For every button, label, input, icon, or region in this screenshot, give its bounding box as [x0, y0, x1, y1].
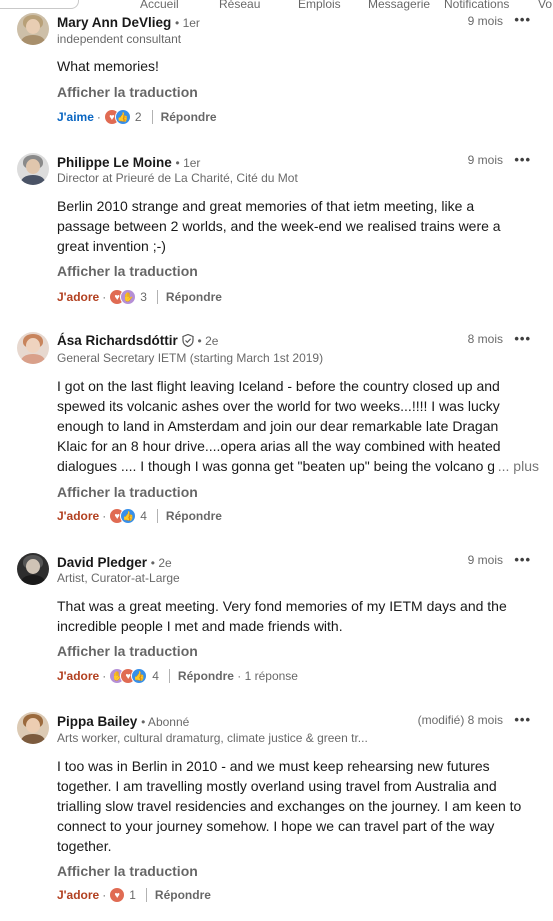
- avatar[interactable]: [17, 332, 49, 364]
- like-icon: 👍: [120, 508, 137, 524]
- avatar[interactable]: [17, 553, 49, 585]
- comment-time: 9 mois: [467, 553, 503, 567]
- nav-messagerie[interactable]: Messagerie: [368, 0, 430, 11]
- translate-link[interactable]: Afficher la traduction: [57, 484, 198, 500]
- top-navigation: Accueil Réseau Emplois Messagerie Notifi…: [0, 0, 553, 12]
- reaction-count[interactable]: 3: [140, 290, 147, 304]
- comment-actions: J'adore · ✋ ♥ 👍 4 Répondre · 1 réponse: [57, 668, 298, 684]
- translate-link[interactable]: Afficher la traduction: [57, 84, 198, 100]
- adore-button[interactable]: J'adore: [57, 290, 99, 304]
- nav-vous[interactable]: Vo: [538, 0, 552, 11]
- more-options-icon[interactable]: •••: [514, 12, 531, 27]
- more-options-icon[interactable]: •••: [514, 552, 531, 567]
- avatar[interactable]: [17, 712, 49, 744]
- like-icon: 👍: [131, 668, 148, 684]
- support-icon: ✋: [120, 289, 137, 305]
- commenter-name[interactable]: Ása Richardsdóttir • 2e: [57, 333, 218, 348]
- heart-icon: ♥: [109, 887, 126, 903]
- adore-button[interactable]: J'adore: [57, 509, 99, 523]
- reaction-count[interactable]: 1: [129, 888, 136, 902]
- reaction-count[interactable]: 4: [152, 669, 159, 683]
- comment-text: That was a great meeting. Very fond memo…: [57, 598, 507, 634]
- reaction-icons[interactable]: ♥ ✋: [109, 289, 137, 305]
- avatar[interactable]: [17, 153, 49, 185]
- comment-text: Berlin 2010 strange and great memories o…: [57, 198, 501, 254]
- comment-actions: J'adore · ♥ 1 Répondre: [57, 887, 211, 903]
- commenter-headline: independent consultant: [57, 32, 182, 46]
- commenter-name[interactable]: David Pledger • 2e: [57, 555, 172, 570]
- connection-degree: • 1er: [175, 156, 201, 170]
- more-options-icon[interactable]: •••: [514, 152, 531, 167]
- commenter-name[interactable]: Philippe Le Moine • 1er: [57, 155, 200, 170]
- search-box[interactable]: [0, 0, 79, 9]
- like-button[interactable]: J'aime: [57, 110, 94, 124]
- reaction-icons[interactable]: ♥ 👍: [103, 109, 132, 125]
- comments-list: Mary Ann DeVlieg • 1er independent consu…: [0, 0, 553, 921]
- connection-degree: • 1er: [175, 16, 200, 30]
- comment-text: I too was in Berlin in 2010 - and we mus…: [57, 758, 522, 854]
- nav-reseau[interactable]: Réseau: [219, 0, 260, 11]
- more-options-icon[interactable]: •••: [514, 331, 531, 346]
- nav-emplois[interactable]: Emplois: [298, 0, 341, 11]
- reaction-icons[interactable]: ♥: [109, 887, 126, 903]
- translate-link[interactable]: Afficher la traduction: [57, 643, 198, 659]
- like-icon: 👍: [114, 109, 131, 125]
- commenter-headline: Director at Prieuré de La Charité, Cité …: [57, 171, 298, 185]
- comment-text: I got on the last flight leaving Iceland…: [57, 378, 518, 474]
- more-options-icon[interactable]: •••: [514, 712, 531, 727]
- comment-actions: J'adore · ♥ ✋ 3 Répondre: [57, 289, 222, 305]
- commenter-headline: Artist, Curator-at-Large: [57, 571, 180, 585]
- reply-button[interactable]: Répondre: [178, 669, 234, 683]
- connection-degree: • 2e: [150, 556, 172, 570]
- nav-accueil[interactable]: Accueil: [140, 0, 179, 11]
- comment-text: What memories!: [57, 58, 159, 74]
- comment-actions: J'aime · ♥ 👍 2 Répondre: [57, 109, 217, 125]
- reaction-count[interactable]: 2: [135, 110, 142, 124]
- connection-degree: • Abonné: [141, 715, 190, 729]
- comment-time: 9 mois: [467, 153, 503, 167]
- commenter-headline: Arts worker, cultural dramaturg, climate…: [57, 731, 368, 745]
- comment-time: 8 mois: [467, 332, 503, 346]
- comment-time: (modifié) 8 mois: [417, 713, 503, 727]
- reaction-count[interactable]: 4: [140, 509, 147, 523]
- reply-button[interactable]: Répondre: [166, 290, 222, 304]
- translate-link[interactable]: Afficher la traduction: [57, 263, 198, 279]
- commenter-name[interactable]: Pippa Bailey • Abonné: [57, 714, 189, 729]
- connection-degree: • 2e: [197, 334, 219, 348]
- translate-link[interactable]: Afficher la traduction: [57, 863, 198, 879]
- avatar[interactable]: [17, 13, 49, 45]
- adore-button[interactable]: J'adore: [57, 888, 99, 902]
- reply-button[interactable]: Répondre: [166, 509, 222, 523]
- comment-actions: J'adore · ♥ 👍 4 Répondre: [57, 508, 222, 524]
- see-more-button[interactable]: ... plus: [493, 456, 539, 476]
- reply-button[interactable]: Répondre: [161, 110, 217, 124]
- reaction-icons[interactable]: ✋ ♥ 👍: [109, 668, 149, 684]
- reply-button[interactable]: Répondre: [155, 888, 211, 902]
- nav-notifications[interactable]: Notifications: [444, 0, 509, 11]
- comment-time: 9 mois: [467, 14, 503, 28]
- adore-button[interactable]: J'adore: [57, 669, 99, 683]
- verified-icon: [182, 334, 194, 347]
- commenter-name[interactable]: Mary Ann DeVlieg • 1er: [57, 15, 200, 30]
- reaction-icons[interactable]: ♥ 👍: [109, 508, 137, 524]
- commenter-headline: General Secretary IETM (starting March 1…: [57, 351, 324, 365]
- replies-count[interactable]: · 1 réponse: [237, 669, 298, 683]
